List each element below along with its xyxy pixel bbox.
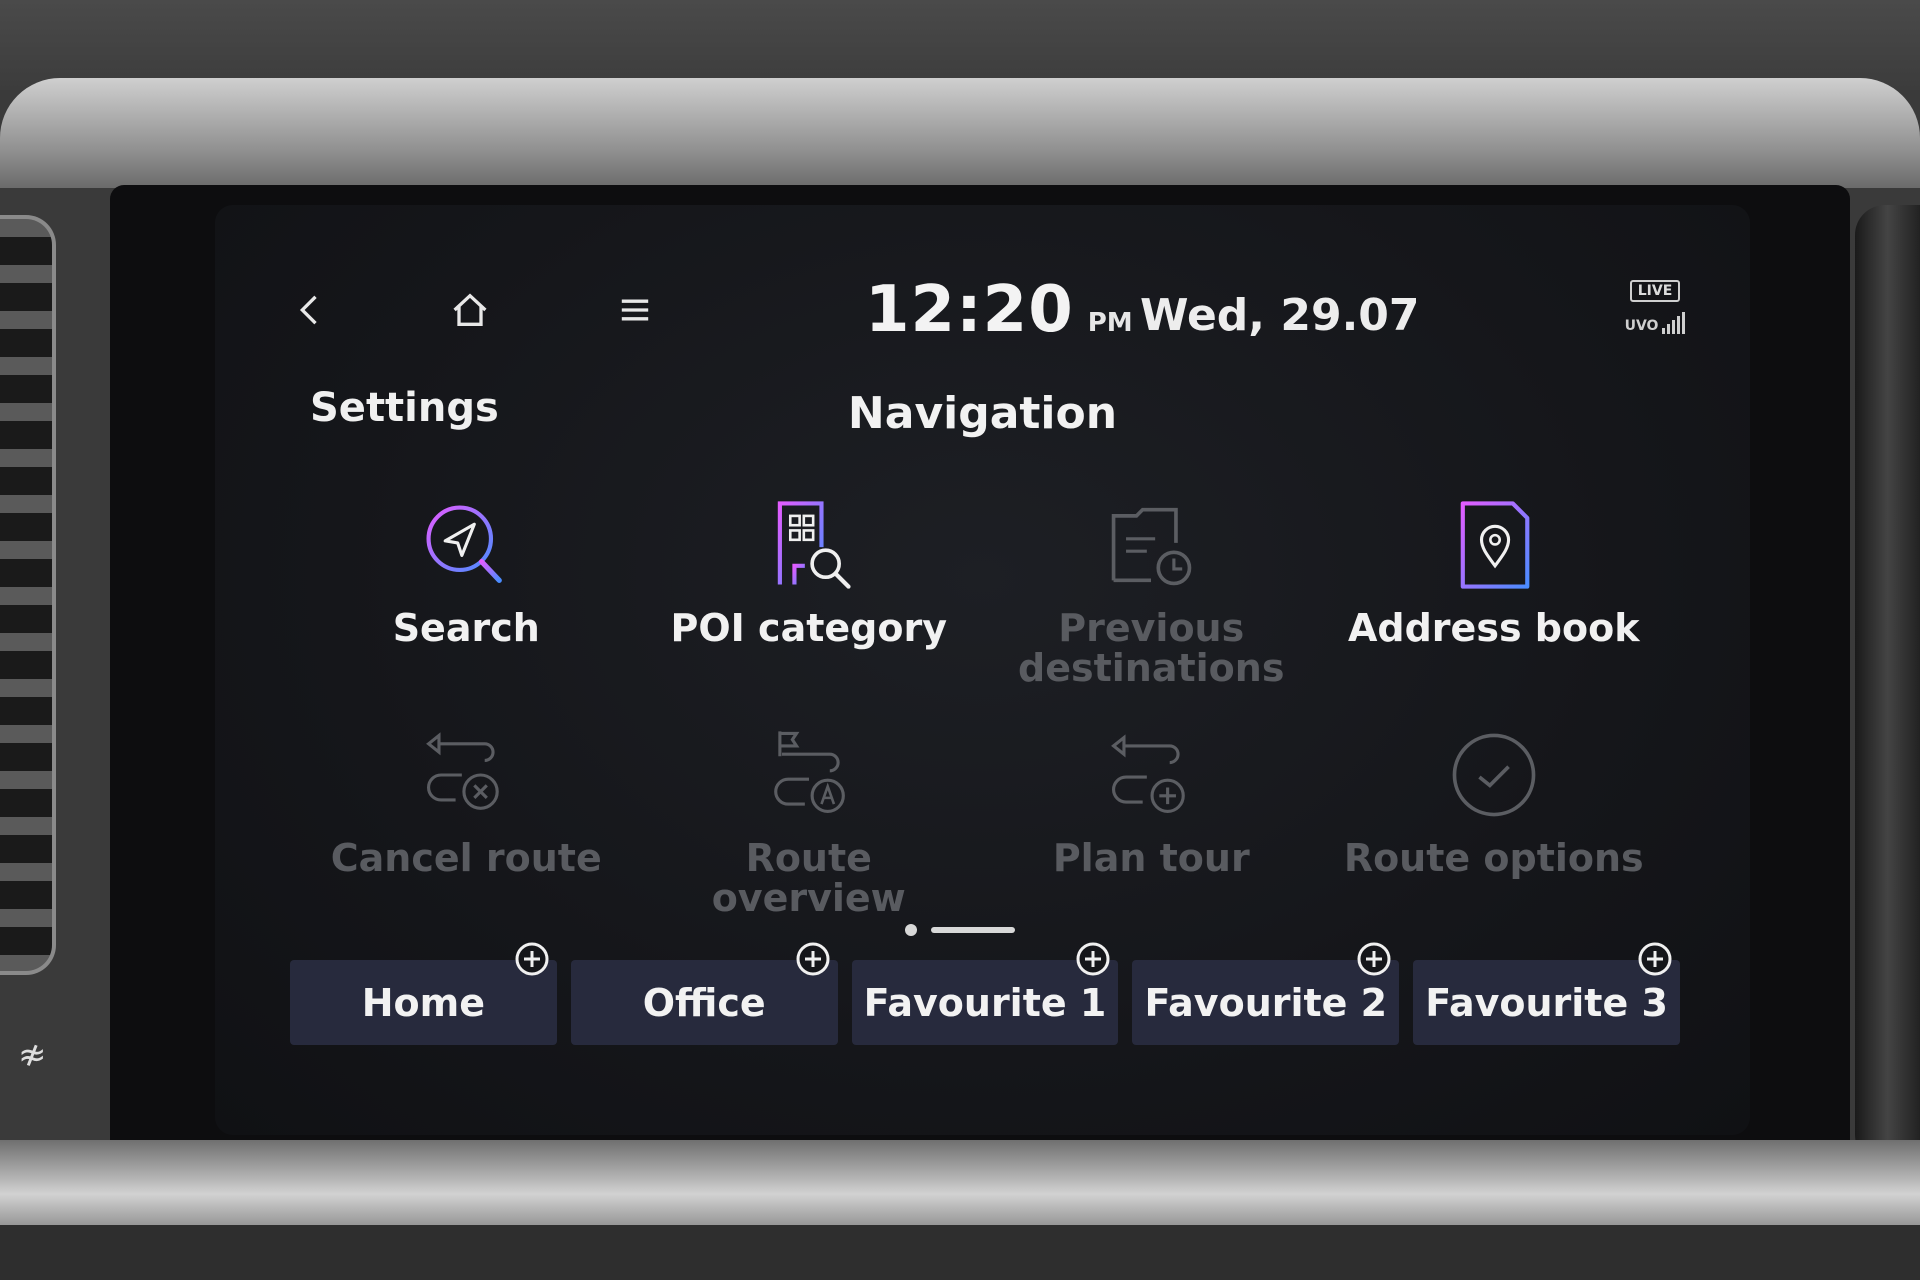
tile-label: Route overview [711,836,906,920]
navigation-menu-grid: Search POI category Previous destination… [295,480,1665,940]
tile-label: Address book [1348,606,1640,650]
trim-right [1855,205,1920,1165]
favourite-label: Favourite 3 [1425,980,1668,1025]
infotainment-screen: 12:20 PM Wed, 29.07 LIVE UVO Settings Na… [215,205,1750,1135]
clock-time: 12:20 [865,273,1074,347]
tile-label: Search [392,606,540,650]
uvo-label: UVO [1624,318,1659,334]
tile-previous-destinations[interactable]: Previous destinations [980,480,1323,710]
page-dot-2-active[interactable] [931,927,1015,933]
live-badge: LIVE [1629,280,1681,302]
tile-label: Route options [1343,836,1644,880]
dashboard-bottom [0,1225,1920,1280]
tile-cancel-route[interactable]: Cancel route [295,710,638,940]
defrost-icon: ≉ [18,1035,47,1075]
chrome-trim-bottom [0,1140,1920,1230]
tile-search[interactable]: Search [295,480,638,710]
folder-clock-icon [1096,490,1206,600]
air-vent-left [0,215,56,975]
cancel-route-icon [411,720,521,830]
add-circle-icon[interactable] [1355,940,1393,978]
menu-icon[interactable] [605,280,665,340]
home-icon[interactable] [440,280,500,340]
tile-address-book[interactable]: Address book [1323,480,1666,710]
signal-bars-icon [1662,312,1686,334]
tile-route-options[interactable]: Route options [1323,710,1666,940]
tile-label: Previous destinations [1018,606,1285,690]
add-circle-icon[interactable] [1636,940,1674,978]
favourite-label: Office [642,980,766,1025]
tile-route-overview[interactable]: Route overview [638,710,981,940]
uvo-signal: UVO [1625,312,1686,334]
check-circle-icon [1439,720,1549,830]
tile-label: Cancel route [330,836,602,880]
page-dot-1[interactable] [905,924,917,936]
search-navigate-icon [411,490,521,600]
page-indicator[interactable] [905,920,1045,940]
tile-label: POI category [670,606,947,650]
favourite-label: Home [361,980,486,1025]
date-label: Wed, 29.07 [1140,290,1420,341]
address-book-pin-icon [1439,490,1549,600]
favourite-3[interactable]: Favourite 3 [1413,942,1680,1045]
favourite-2[interactable]: Favourite 2 [1132,942,1400,1045]
page-title: Navigation [847,388,1118,439]
favourite-office[interactable]: Office [570,942,838,1045]
tile-label: Plan tour [1052,836,1250,880]
top-bar: 12:20 PM Wed, 29.07 LIVE UVO [215,205,1750,347]
favourite-label: Favourite 1 [863,980,1107,1025]
favourite-label: Favourite 2 [1144,980,1388,1025]
chrome-trim-top [0,78,1920,188]
route-overview-icon [754,720,864,830]
dashboard-top [0,0,1920,90]
poi-building-search-icon [754,490,864,600]
clock: 12:20 PM [865,273,1133,353]
tile-poi-category[interactable]: POI category [638,480,981,710]
tile-plan-tour[interactable]: Plan tour [980,710,1323,940]
add-circle-icon[interactable] [1074,940,1112,978]
favourite-1[interactable]: Favourite 1 [851,942,1119,1045]
favourite-home[interactable]: Home [290,942,557,1045]
add-circle-icon[interactable] [513,940,551,978]
plan-tour-icon [1096,720,1206,830]
clock-ampm: PM [1087,308,1133,338]
favourites-bar: Home Office Favourite 1 Favourite 2 Favo… [290,942,1680,1045]
status-indicators: LIVE UVO [1625,280,1686,360]
chevron-left-icon[interactable] [280,280,340,340]
add-circle-icon[interactable] [794,940,832,978]
